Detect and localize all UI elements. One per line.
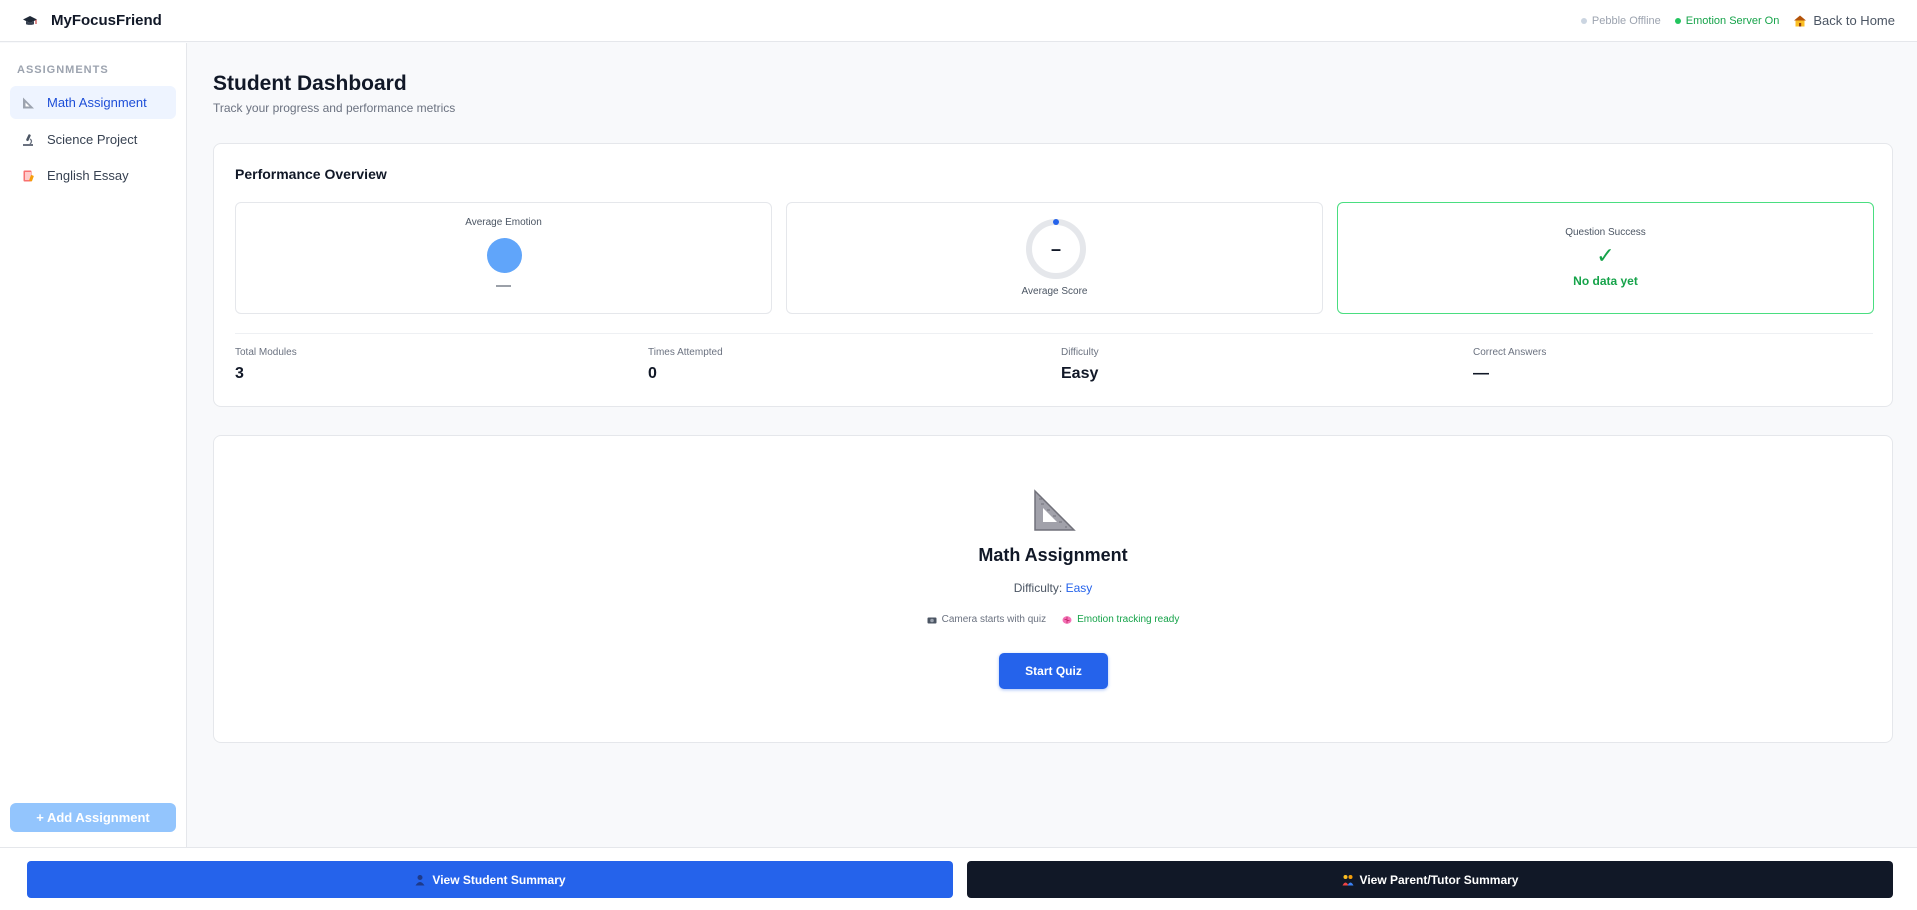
view-student-summary-label: View Student Summary — [432, 872, 566, 887]
quiz-notes: Camera starts with quiz Emotion tracking… — [214, 614, 1892, 625]
quiz-card: Math Assignment Difficulty: Easy Camera … — [213, 435, 1893, 743]
stat-label: Difficulty — [1061, 347, 1099, 358]
offline-dot-icon — [1580, 17, 1587, 24]
sidebar-item-math-assignment[interactable]: Math Assignment — [10, 86, 176, 119]
add-assignment-button[interactable]: + Add Assignment — [10, 803, 176, 832]
quiz-difficulty-value: Easy — [1065, 581, 1093, 595]
question-success-message: No data yet — [1573, 274, 1638, 288]
page-title: Student Dashboard — [213, 72, 407, 95]
family-icon — [1342, 874, 1354, 885]
stat-times-attempted: Times Attempted 0 — [648, 347, 948, 383]
back-to-home-label: Back to Home — [1813, 13, 1895, 28]
quiz-difficulty-label: Difficulty: — [1013, 581, 1063, 595]
sidebar-item-label: Math Assignment — [47, 95, 147, 110]
emotion-server-status: Emotion Server On — [1674, 14, 1780, 27]
sidebar-heading: ASSIGNMENTS — [17, 64, 109, 76]
average-score-value: – — [1050, 238, 1061, 259]
house-icon — [1794, 15, 1807, 26]
camera-icon — [927, 617, 937, 623]
emotion-server-status-label: Emotion Server On — [1685, 14, 1780, 27]
camera-note: Camera starts with quiz — [927, 614, 1046, 625]
stat-value: Easy — [1061, 365, 1099, 382]
stat-value: — — [1473, 365, 1489, 382]
stat-difficulty: Difficulty Easy — [1061, 347, 1361, 383]
emotion-indicator-circle — [487, 238, 522, 273]
app-name: MyFocusFriend — [51, 12, 162, 29]
view-student-summary-button[interactable]: View Student Summary — [27, 861, 953, 898]
question-success-label: Question Success — [1565, 227, 1646, 238]
stat-label: Times Attempted — [648, 347, 723, 358]
average-score-label: Average Score — [1021, 286, 1088, 297]
start-quiz-button[interactable]: Start Quiz — [999, 653, 1108, 689]
sidebar-item-label: English Essay — [47, 168, 129, 183]
book-icon — [23, 170, 34, 181]
emotion-note-label: Emotion tracking ready — [1077, 614, 1180, 625]
page-subtitle: Track your progress and performance metr… — [213, 101, 456, 115]
average-emotion-value: — — [496, 277, 511, 294]
brand[interactable]: MyFocusFriend — [22, 12, 162, 29]
microscope-icon — [23, 133, 33, 146]
camera-note-label: Camera starts with quiz — [941, 614, 1047, 625]
stat-correct-answers: Correct Answers — — [1473, 347, 1773, 383]
triangle-ruler-icon — [23, 97, 34, 108]
pebble-status-label: Pebble Offline — [1591, 14, 1661, 27]
sidebar-item-english-essay[interactable]: English Essay — [10, 159, 176, 192]
graduation-cap-icon — [23, 15, 37, 25]
average-emotion-label: Average Emotion — [465, 217, 542, 228]
pebble-status: Pebble Offline — [1580, 14, 1661, 27]
view-parent-tutor-summary-label: View Parent/Tutor Summary — [1359, 872, 1519, 887]
stat-label: Correct Answers — [1473, 347, 1547, 358]
triangle-ruler-icon — [1034, 489, 1076, 531]
average-score-metric: – Average Score — [786, 202, 1323, 314]
bottom-bar: View Student Summary View Parent/Tutor S… — [0, 847, 1917, 910]
stat-label: Total Modules — [235, 347, 297, 358]
quiz-difficulty: Difficulty: Easy — [214, 581, 1892, 595]
checkmark-icon: ✓ — [1596, 243, 1615, 268]
stat-value: 0 — [648, 365, 657, 382]
average-emotion-metric: Average Emotion — — [235, 202, 772, 314]
stats-divider — [235, 333, 1873, 334]
performance-overview-title: Performance Overview — [235, 166, 387, 182]
question-success-metric: Question Success ✓ No data yet — [1337, 202, 1874, 314]
view-parent-tutor-summary-button[interactable]: View Parent/Tutor Summary — [967, 861, 1893, 898]
sidebar-item-label: Science Project — [47, 132, 138, 147]
back-to-home-link[interactable]: Back to Home — [1793, 13, 1895, 28]
brain-icon — [1062, 615, 1072, 624]
sidebar: ASSIGNMENTS Math Assignment Science Proj… — [0, 43, 187, 847]
stat-value: 3 — [235, 365, 244, 382]
online-dot-icon — [1674, 17, 1681, 24]
status-bar: Pebble Offline Emotion Server On Back to… — [1580, 13, 1895, 28]
top-bar: MyFocusFriend Pebble Offline Emotion Ser… — [0, 0, 1917, 42]
stat-total-modules: Total Modules 3 — [235, 347, 535, 383]
performance-overview-card: Performance Overview Average Emotion — –… — [213, 143, 1893, 407]
person-icon — [415, 874, 425, 885]
emotion-note: Emotion tracking ready — [1062, 614, 1179, 625]
quiz-title: Math Assignment — [978, 545, 1128, 565]
sidebar-item-science-project[interactable]: Science Project — [10, 123, 176, 156]
